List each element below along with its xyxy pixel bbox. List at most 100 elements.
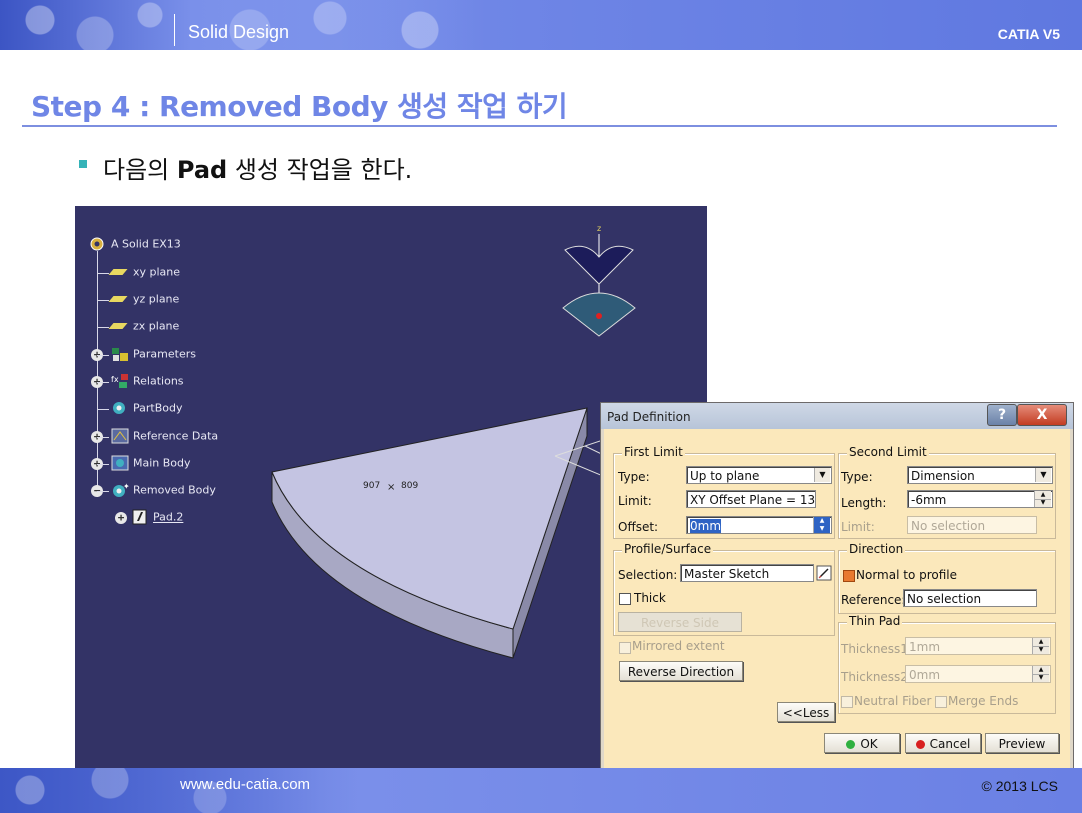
header-title: Solid Design (188, 22, 290, 42)
merge-ends-label: Merge Ends (948, 694, 1019, 708)
heading-underline (22, 125, 1057, 127)
thickness2-field[interactable]: 0mm ▲ ▼ (905, 665, 1051, 683)
length-label: Length: (841, 496, 887, 510)
thickness2-spinner[interactable]: ▲ ▼ (1032, 666, 1049, 682)
tree-item-yz-plane[interactable]: yz plane (97, 291, 179, 309)
thickness1-spinner[interactable]: ▲ ▼ (1032, 638, 1049, 654)
reverse-side-button[interactable]: Reverse Side (618, 612, 742, 632)
second-limit-field[interactable]: No selection (907, 516, 1037, 534)
first-limit-field[interactable]: XY Offset Plane = 13. (686, 490, 816, 508)
reference-label: Reference: (841, 593, 906, 607)
second-type-label: Type: (841, 470, 873, 484)
pad-definition-dialog: Pad Definition ? X First Limit Type: Up … (600, 402, 1074, 772)
cancel-status-icon (915, 740, 925, 749)
normal-to-profile-checkbox[interactable] (843, 570, 855, 582)
parameters-icon (112, 348, 128, 361)
second-limit-group: Second Limit Type: Dimension ▼ Length: -6… (838, 445, 1056, 539)
step-heading: Step 4 : Removed Body 생성 작업 하기 (31, 90, 568, 123)
first-limit-title: First Limit (622, 445, 685, 459)
offset-spinner[interactable]: ▲ ▼ (813, 517, 830, 533)
tree-item-main-body[interactable]: Main Body (97, 455, 191, 473)
second-limit-label: Limit: (841, 520, 875, 534)
thin-pad-title: Thin Pad (847, 614, 903, 628)
geometric-set-icon (111, 455, 129, 471)
first-limit-label: Limit: (618, 494, 652, 508)
first-limit-group: First Limit Type: Up to plane ▼ Limit: XY… (613, 445, 835, 539)
dropdown-arrow-icon: ▼ (814, 468, 830, 482)
direction-title: Direction (847, 542, 906, 556)
dropdown-arrow-icon: ▼ (1035, 468, 1051, 482)
close-button[interactable]: X (1017, 404, 1067, 426)
tree-item-relations[interactable]: fx Relations (97, 373, 184, 391)
ok-status-icon (846, 740, 856, 749)
length-field[interactable]: -6mm ▲ ▼ (907, 490, 1053, 508)
cross-marker: × (387, 482, 395, 493)
offset-label: Offset: (618, 520, 659, 534)
tree-root[interactable]: A Solid EX13 (89, 236, 181, 254)
tree-item-parameters[interactable]: Parameters (97, 346, 196, 364)
body-gear-icon: ✦ (113, 482, 129, 497)
ok-button[interactable]: OK (824, 733, 900, 753)
dialog-titlebar[interactable]: Pad Definition ? X (601, 403, 1073, 429)
relations-icon: fx (111, 374, 128, 388)
body-gear-icon (113, 402, 125, 414)
tree-item-zx-plane[interactable]: zx plane (97, 318, 179, 336)
tree-item-reference-data[interactable]: Reference Data (97, 428, 218, 446)
svg-text:✦: ✦ (123, 482, 129, 491)
header-divider (174, 14, 175, 46)
sketch-edit-icon[interactable] (816, 565, 832, 581)
plane-icon (108, 318, 129, 334)
pad-icon (132, 509, 147, 525)
dialog-title: Pad Definition (607, 410, 691, 424)
footer-url[interactable]: www.edu-catia.com (180, 776, 310, 793)
cancel-button[interactable]: Cancel (905, 733, 981, 753)
profile-surface-title: Profile/Surface (622, 542, 714, 556)
plane-icon (108, 291, 129, 307)
pad-top-face (271, 407, 588, 630)
mirrored-extent-label: Mirrored extent (632, 639, 725, 653)
tree-item-pad-2[interactable]: Pad.2 (131, 509, 183, 527)
dimension-label-b: 809 (401, 481, 418, 491)
neutral-fiber-checkbox[interactable] (841, 696, 853, 708)
mirrored-extent-checkbox[interactable] (619, 642, 631, 654)
plane-icon (108, 264, 129, 280)
first-type-label: Type: (618, 470, 650, 484)
profile-surface-group: Profile/Surface Selection: Master Sketch… (613, 542, 835, 636)
expand-pad-icon[interactable]: + (115, 512, 127, 524)
svg-text:fx: fx (111, 375, 119, 384)
second-type-dropdown[interactable]: Dimension ▼ (907, 466, 1053, 484)
tree-item-removed-body[interactable]: ✦ Removed Body (97, 482, 216, 500)
footer-copyright: © 2013 LCS (981, 778, 1058, 794)
thickness1-field[interactable]: 1mm ▲ ▼ (905, 637, 1051, 655)
reverse-direction-button[interactable]: Reverse Direction (619, 661, 743, 681)
first-type-dropdown[interactable]: Up to plane ▼ (686, 466, 832, 484)
compass-widget[interactable]: z (555, 222, 645, 342)
header-brand: CATIA V5 (997, 26, 1060, 42)
second-limit-title: Second Limit (847, 445, 929, 459)
offset-field[interactable]: 0mm ▲ ▼ (686, 516, 832, 534)
geometric-set-icon (111, 428, 129, 444)
thick-checkbox[interactable] (619, 593, 631, 605)
profile-selection-field[interactable]: Master Sketch (680, 564, 814, 582)
tree-item-xy-plane[interactable]: xy plane (97, 264, 180, 282)
thickness1-label: Thickness1: (841, 642, 912, 656)
reference-field[interactable]: No selection (903, 589, 1037, 607)
bullet-text-pre: 다음의 (103, 156, 177, 184)
thickness2-label: Thickness2: (841, 670, 912, 684)
dimension-label-a: 907 (363, 481, 380, 491)
preview-button[interactable]: Preview (985, 733, 1059, 753)
gear-icon (90, 237, 104, 251)
length-spinner[interactable]: ▲ ▼ (1034, 491, 1051, 507)
normal-to-profile-label: Normal to profile (856, 568, 957, 582)
help-button[interactable]: ? (987, 404, 1017, 426)
neutral-fiber-label: Neutral Fiber (854, 694, 932, 708)
thin-pad-group: Thin Pad Thickness1: 1mm ▲ ▼ Thickness2: 0… (838, 614, 1056, 714)
bullet-instruction: 다음의 Pad 생성 작업을 한다. (103, 150, 412, 185)
thick-label: Thick (634, 591, 666, 605)
selection-label: Selection: (618, 568, 678, 582)
merge-ends-checkbox[interactable] (935, 696, 947, 708)
direction-group: Direction Normal to profile Reference: N… (838, 542, 1056, 614)
tree-item-partbody[interactable]: PartBody (97, 400, 182, 418)
less-button[interactable]: <<Less (777, 702, 835, 722)
bullet-marker (79, 160, 87, 168)
